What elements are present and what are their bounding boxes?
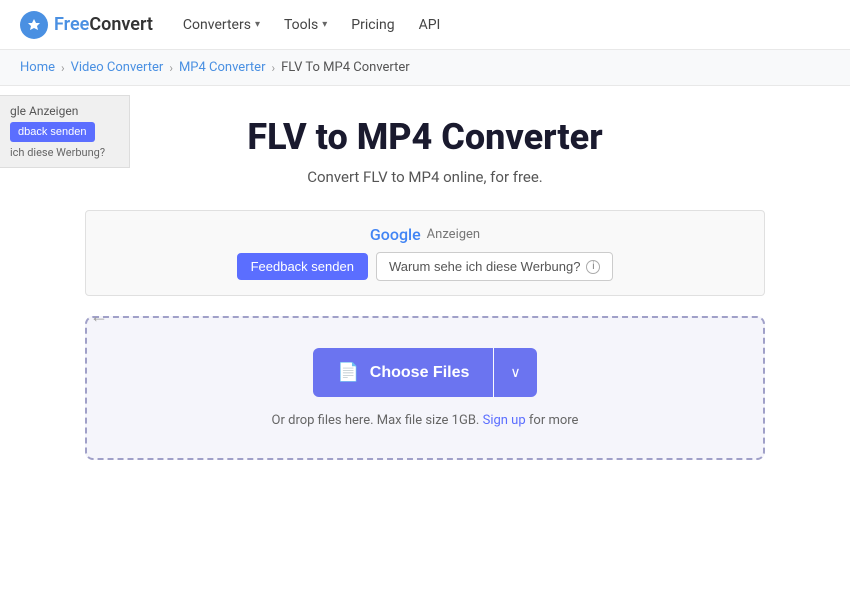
breadcrumb-current: FLV To MP4 Converter [281, 60, 410, 75]
page-title: FLV to MP4 Converter [247, 116, 602, 158]
ad-label-row: Google Anzeigen [370, 225, 480, 244]
logo-text: FreeConvert [54, 14, 153, 35]
breadcrumb-sep-3: › [271, 61, 275, 75]
anzeigen-label: Anzeigen [427, 227, 480, 242]
nav-api[interactable]: API [419, 17, 441, 33]
nav-converters[interactable]: Converters ▾ [183, 17, 260, 33]
choose-files-dropdown-button[interactable]: ∨ [494, 348, 536, 397]
feedback-senden-button[interactable]: Feedback senden [237, 253, 368, 280]
breadcrumb: Home › Video Converter › MP4 Converter ›… [0, 50, 850, 86]
header: FreeConvert Converters ▾ Tools ▾ Pricing… [0, 0, 850, 50]
converters-chevron-icon: ▾ [255, 19, 260, 30]
ad-buttons-row: Feedback senden Warum sehe ich diese Wer… [237, 252, 614, 281]
breadcrumb-sep-2: › [169, 61, 173, 75]
choose-files-button-group: 📄 Choose Files ∨ [313, 348, 536, 397]
breadcrumb-mp4-converter[interactable]: MP4 Converter [179, 60, 266, 75]
main-nav: Converters ▾ Tools ▾ Pricing API [183, 17, 440, 33]
breadcrumb-home[interactable]: Home [20, 60, 55, 75]
tools-chevron-icon: ▾ [322, 19, 327, 30]
file-drop-zone[interactable]: 📄 Choose Files ∨ Or drop files here. Max… [85, 316, 765, 460]
warum-button[interactable]: Warum sehe ich diese Werbung? i [376, 252, 613, 281]
logo-icon [20, 11, 48, 39]
breadcrumb-video-converter[interactable]: Video Converter [71, 60, 164, 75]
nav-pricing[interactable]: Pricing [351, 17, 394, 33]
google-label: Google [370, 225, 421, 244]
file-upload-icon: 📄 [337, 362, 359, 383]
page-subtitle: Convert FLV to MP4 online, for free. [307, 168, 543, 186]
signup-link[interactable]: Sign up [483, 413, 526, 428]
main-content: FLV to MP4 Converter Convert FLV to MP4 … [0, 86, 850, 480]
back-arrow-icon[interactable]: ← [90, 306, 108, 327]
logo[interactable]: FreeConvert [20, 11, 153, 39]
info-icon: i [586, 260, 600, 274]
dropdown-chevron-icon: ∨ [510, 364, 520, 381]
breadcrumb-sep-1: › [61, 61, 65, 75]
choose-files-button[interactable]: 📄 Choose Files [313, 348, 493, 397]
drop-hint: Or drop files here. Max file size 1GB. S… [272, 413, 579, 428]
nav-tools[interactable]: Tools ▾ [284, 17, 327, 33]
ad-banner: Google Anzeigen Feedback senden Warum se… [85, 210, 765, 296]
